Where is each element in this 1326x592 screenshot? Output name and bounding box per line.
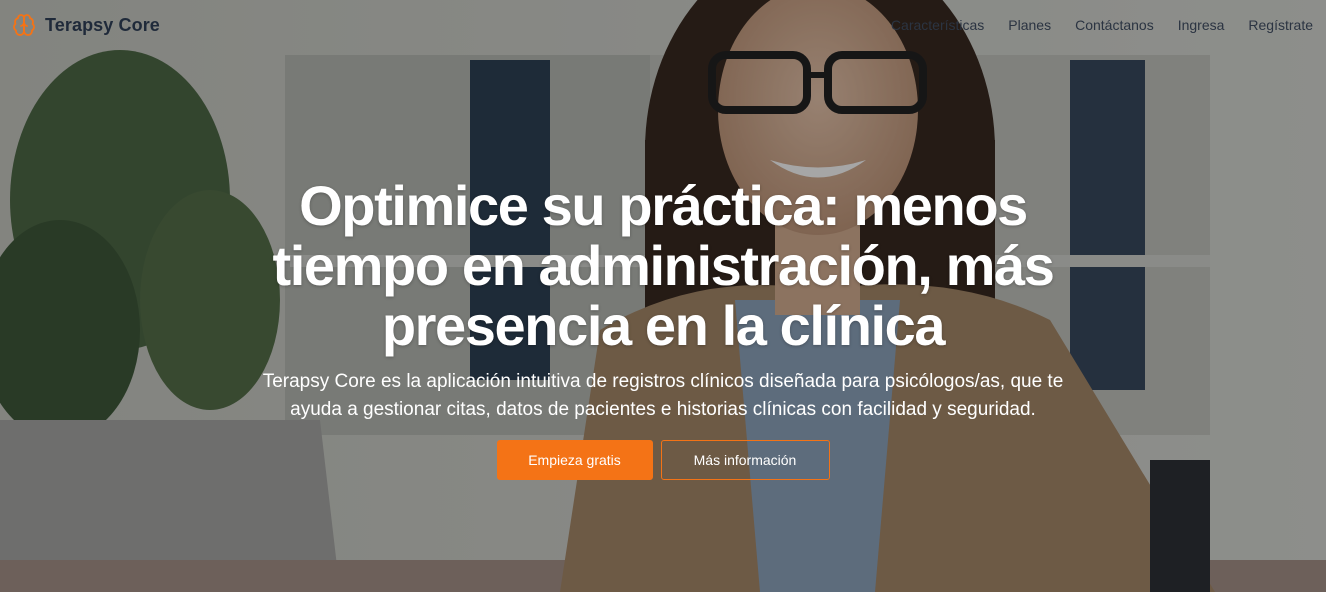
hero-headline-line: presencia en la clínica bbox=[381, 294, 946, 357]
nav-link-planes[interactable]: Planes bbox=[1008, 17, 1051, 33]
hero-subtitle: Terapsy Core es la aplicación intuitiva … bbox=[198, 368, 1128, 424]
hero-headline-line: tiempo en administración, más bbox=[272, 234, 1055, 297]
brain-icon bbox=[13, 14, 35, 36]
cta-button-row: Empieza gratis Más información bbox=[0, 440, 1326, 480]
nav-link-caracteristicas[interactable]: Características bbox=[891, 17, 984, 33]
start-free-button[interactable]: Empieza gratis bbox=[496, 440, 653, 480]
nav-link-contactanos[interactable]: Contáctanos bbox=[1075, 17, 1154, 33]
hero-subtitle-line: ayuda a gestionar citas, datos de pacien… bbox=[290, 399, 1036, 420]
hero-headline-line: Optimice su práctica: menos bbox=[299, 174, 1028, 237]
brand-name: Terapsy Core bbox=[45, 14, 160, 35]
more-info-button[interactable]: Más información bbox=[660, 440, 830, 480]
nav-link-ingresa[interactable]: Ingresa bbox=[1178, 17, 1225, 33]
hero-subtitle-line: Terapsy Core es la aplicación intuitiva … bbox=[262, 371, 1064, 392]
nav-links: Características Planes Contáctanos Ingre… bbox=[891, 17, 1313, 33]
hero-section: Terapsy Core Características Planes Cont… bbox=[0, 0, 1326, 592]
nav-link-registrate[interactable]: Regístrate bbox=[1248, 17, 1313, 33]
brand-logo-link[interactable]: Terapsy Core bbox=[12, 13, 160, 37]
hero-headline: Optimice su práctica: menos tiempo en ad… bbox=[213, 176, 1113, 356]
hero-content: Optimice su práctica: menos tiempo en ad… bbox=[0, 176, 1326, 480]
top-navbar: Terapsy Core Características Planes Cont… bbox=[0, 0, 1326, 50]
